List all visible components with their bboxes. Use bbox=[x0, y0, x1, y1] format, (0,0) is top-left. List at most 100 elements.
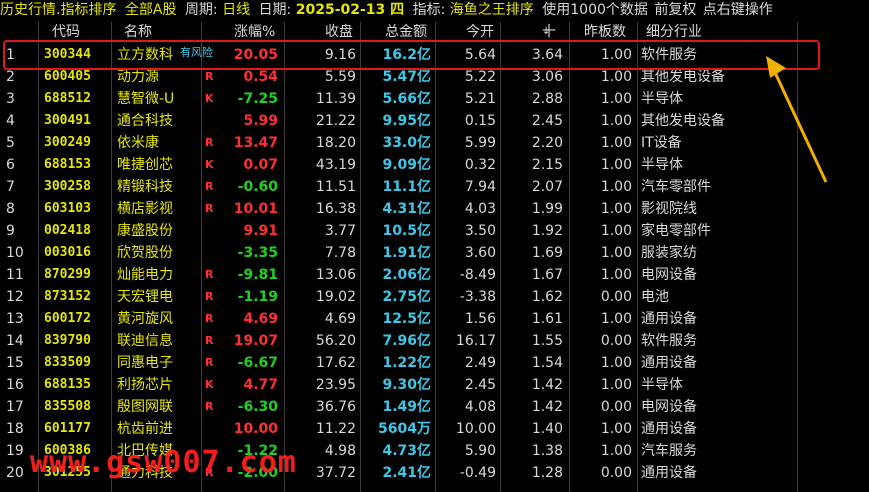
total-amount: 12.5亿 bbox=[382, 311, 431, 327]
stock-tag: R bbox=[205, 400, 214, 413]
prev-board-count: 0.00 bbox=[600, 399, 632, 415]
industry: 服装家纺 bbox=[641, 245, 697, 261]
row-index: 13 bbox=[6, 311, 24, 327]
total-amount: 1.91亿 bbox=[382, 245, 431, 261]
close-price: 43.19 bbox=[315, 157, 356, 173]
total-amount: 2.75亿 bbox=[382, 289, 431, 305]
change-pct: -3.35 bbox=[237, 245, 278, 261]
date-value[interactable]: 2025-02-13 四 bbox=[296, 2, 404, 18]
table-row[interactable]: 8 603103 横店影视 R 10.01 16.38 4.31亿 4.03 1.99 1.00 影… bbox=[0, 198, 869, 220]
industry: 电网设备 bbox=[641, 267, 697, 283]
prev-board-count: 1.00 bbox=[600, 443, 632, 459]
industry: 电网设备 bbox=[641, 399, 697, 415]
stock-tag: R bbox=[205, 136, 214, 149]
total-amount: 5.66亿 bbox=[382, 91, 431, 107]
stock-code: 603103 bbox=[44, 201, 91, 216]
open-value: 16.17 bbox=[455, 333, 496, 349]
table-row[interactable]: 5 300249 依米康 R 13.47 18.20 33.0亿 5.99 2.20 1.00 IT… bbox=[0, 132, 869, 154]
table-row[interactable]: 13 600172 黄河旋风 R 4.69 4.69 12.5亿 1.56 1.61 1.00 通用… bbox=[0, 308, 869, 330]
row-index: 16 bbox=[6, 377, 24, 393]
total-amount: 5604万 bbox=[378, 421, 431, 437]
table-row[interactable]: 6 688153 唯捷创芯 K 0.07 43.19 9.09亿 0.32 2.15 1.00 半导… bbox=[0, 154, 869, 176]
close-price: 17.62 bbox=[315, 355, 356, 371]
open-value: 2.49 bbox=[464, 355, 496, 371]
close-price: 4.98 bbox=[324, 443, 356, 459]
total-amount: 33.0亿 bbox=[382, 135, 431, 151]
stock-name: 康盛股份 bbox=[117, 223, 173, 239]
close-price: 18.20 bbox=[315, 135, 356, 151]
prev-board-count: 0.00 bbox=[600, 333, 632, 349]
table-row[interactable]: 15 833509 同惠电子 R -6.67 17.62 1.22亿 2.49 1.54 1.00… bbox=[0, 352, 869, 374]
col-name[interactable]: 名称 bbox=[124, 22, 152, 42]
close-price: 7.78 bbox=[324, 245, 356, 261]
table-row[interactable]: 16 688135 利扬芯片 K 4.77 23.95 9.30亿 2.45 1.42 1.00 半… bbox=[0, 374, 869, 396]
ten-value: 1.54 bbox=[531, 355, 563, 371]
stock-code: 300249 bbox=[44, 135, 91, 150]
total-amount: 4.73亿 bbox=[382, 443, 431, 459]
total-amount: 9.30亿 bbox=[382, 377, 431, 393]
col-amount[interactable]: 总金额 bbox=[385, 22, 427, 42]
industry: 汽车服务 bbox=[641, 443, 697, 459]
mode-label[interactable]: 历史行情.指标排序 bbox=[0, 2, 116, 18]
change-pct: 10.01 bbox=[233, 201, 278, 217]
col-open[interactable]: 今开 bbox=[466, 22, 494, 42]
stock-tag: R bbox=[205, 268, 214, 281]
period-value[interactable]: 日线 bbox=[222, 2, 250, 18]
prev-board-count: 1.00 bbox=[600, 223, 632, 239]
prev-board-count: 1.00 bbox=[600, 179, 632, 195]
industry: 半导体 bbox=[641, 91, 683, 107]
ten-value: 1.99 bbox=[531, 201, 563, 217]
prev-board-count: 1.00 bbox=[600, 201, 632, 217]
change-pct: 10.00 bbox=[233, 421, 278, 437]
risk-tag: 有风险 bbox=[180, 46, 213, 59]
stock-tag: R bbox=[205, 290, 214, 303]
prev-board-count: 1.00 bbox=[600, 377, 632, 393]
close-price: 11.39 bbox=[315, 91, 356, 107]
change-pct: -6.67 bbox=[237, 355, 278, 371]
industry: 软件服务 bbox=[641, 333, 697, 349]
market-label[interactable]: 全部A股 bbox=[125, 2, 177, 18]
adjust-mode[interactable]: 前复权 bbox=[654, 2, 696, 18]
table-row[interactable]: 11 870299 灿能电力 R -9.81 13.06 2.06亿 -8.49 1.67 1.0… bbox=[0, 264, 869, 286]
table-row[interactable]: 3 688512 慧智微-U K -7.25 11.39 5.66亿 5.21 2.88 1.00… bbox=[0, 88, 869, 110]
total-amount: 7.96亿 bbox=[382, 333, 431, 349]
table-row[interactable]: 18 601177 杭齿前进 10.00 11.22 5604万 10.00 1.40 1.00… bbox=[0, 418, 869, 440]
stock-name: 杭齿前进 bbox=[117, 421, 173, 437]
stock-name: 欣贺股份 bbox=[117, 245, 173, 261]
table-row[interactable]: 14 839790 联迪信息 R 19.07 56.20 7.96亿 16.17 1.55 0.0… bbox=[0, 330, 869, 352]
row-index: 5 bbox=[6, 135, 15, 151]
table-row[interactable]: 9 002418 康盛股份 9.91 3.77 10.5亿 3.50 1.92 1.00 家电零部… bbox=[0, 220, 869, 242]
open-value: 0.32 bbox=[464, 157, 496, 173]
stock-name: 利扬芯片 bbox=[117, 377, 173, 393]
change-pct: -7.25 bbox=[237, 91, 278, 107]
row-index: 4 bbox=[6, 113, 15, 129]
col-code[interactable]: 代码 bbox=[52, 22, 80, 42]
ten-value: 1.61 bbox=[531, 311, 563, 327]
stock-code: 003016 bbox=[44, 245, 91, 260]
stock-tag: R bbox=[205, 180, 214, 193]
col-pct[interactable]: 涨幅% bbox=[234, 22, 275, 42]
stock-name: 通合科技 bbox=[117, 113, 173, 129]
change-pct: 0.07 bbox=[243, 157, 278, 173]
date-label: 日期: bbox=[258, 2, 292, 18]
col-close[interactable]: 收盘 bbox=[325, 22, 353, 42]
ten-value: 2.15 bbox=[531, 157, 563, 173]
col-prev-board[interactable]: 昨板数 bbox=[584, 22, 626, 42]
open-value: 7.94 bbox=[464, 179, 496, 195]
open-value: -8.49 bbox=[459, 267, 496, 283]
indicator-value[interactable]: 海鱼之王排序 bbox=[450, 2, 534, 18]
table-row[interactable]: 12 873152 天宏锂电 R -1.19 19.02 2.75亿 -3.38 1.62 0.0… bbox=[0, 286, 869, 308]
table-row[interactable]: 7 300258 精锻科技 R -0.60 11.51 11.1亿 7.94 2.07 1.00 汽… bbox=[0, 176, 869, 198]
table-row[interactable]: 10 003016 欣贺股份 -3.35 7.78 1.91亿 3.60 1.69 1.00 服装… bbox=[0, 242, 869, 264]
change-pct: -0.60 bbox=[237, 179, 278, 195]
industry: 影视院线 bbox=[641, 201, 697, 217]
open-value: 4.08 bbox=[464, 399, 496, 415]
stock-code: 600172 bbox=[44, 311, 91, 326]
change-pct: 19.07 bbox=[233, 333, 278, 349]
stock-code: 873152 bbox=[44, 289, 91, 304]
table-row[interactable]: 4 300491 通合科技 5.99 21.22 9.95亿 0.15 2.45 1.00 其他发… bbox=[0, 110, 869, 132]
table-row[interactable]: 17 835508 殷图网联 R -6.30 36.76 1.49亿 4.08 1.42 0.00… bbox=[0, 396, 869, 418]
col-industry[interactable]: 细分行业 bbox=[646, 22, 702, 42]
change-pct: 9.91 bbox=[243, 223, 278, 239]
stock-name: 横店影视 bbox=[117, 201, 173, 217]
